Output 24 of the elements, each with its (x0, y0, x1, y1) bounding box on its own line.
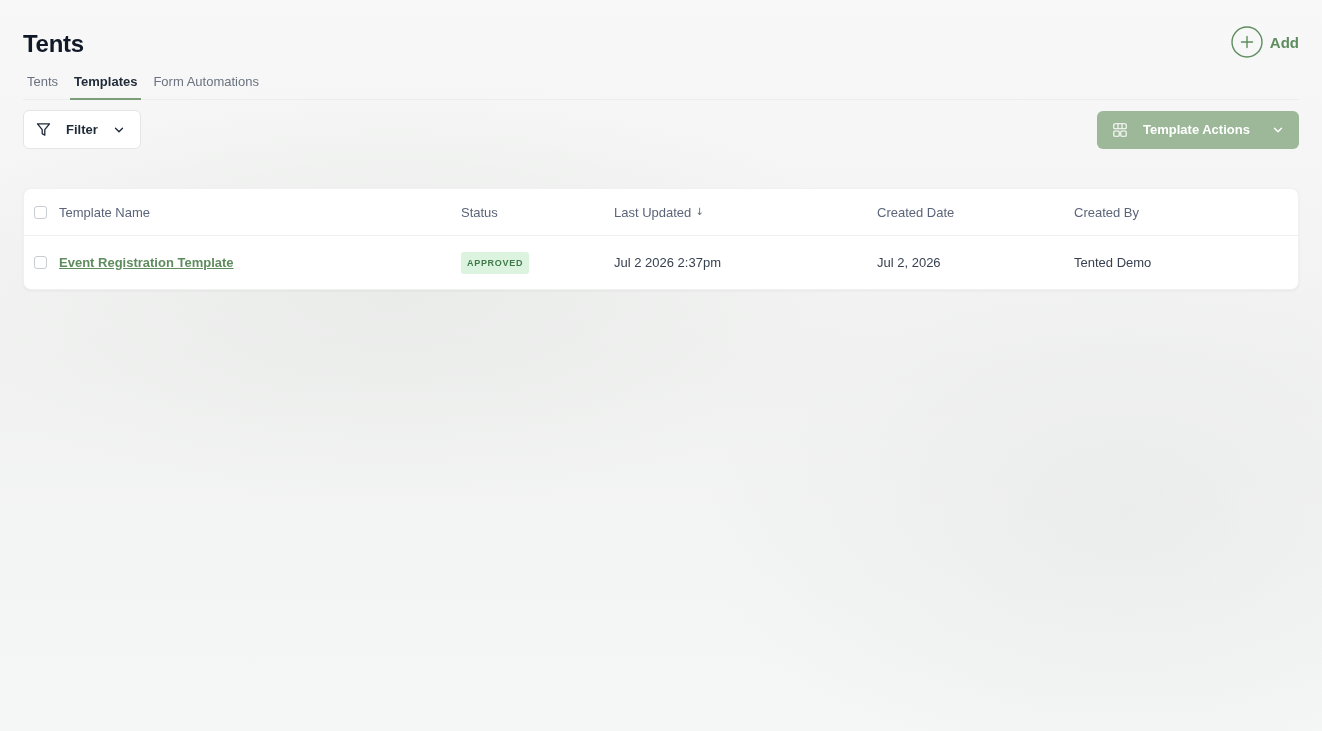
checkbox[interactable] (34, 256, 47, 269)
table-cell-text: Jul 2, 2026 (877, 255, 942, 270)
tab[interactable]: Templates (70, 70, 142, 100)
column-header[interactable]: Template Name (59, 204, 151, 220)
table-cell-text: Jul 2 2026 2:37pm (614, 255, 722, 270)
filter-button[interactable]: Filter (23, 110, 141, 149)
layout-grid-icon (1113, 122, 1127, 137)
tab[interactable]: Tents (23, 70, 63, 100)
chevron-down-icon (113, 124, 124, 135)
table-cell-text: Tented Demo (1074, 255, 1153, 270)
add-button[interactable]: Add (1230, 26, 1299, 58)
funnel-icon (36, 122, 51, 137)
column-header[interactable]: Status (461, 204, 498, 220)
chevron-down-icon (1273, 124, 1283, 135)
page-title: Tents (23, 30, 84, 58)
column-header[interactable]: Created By (1074, 204, 1140, 220)
column-header[interactable]: Last Updated (614, 204, 692, 220)
checkbox[interactable] (34, 205, 47, 219)
column-header[interactable]: Created Date (877, 204, 955, 220)
sort-arrow-icon: ↓ (695, 207, 704, 217)
plus-circle-icon (1230, 26, 1263, 58)
tab[interactable]: Form Automations (149, 70, 263, 100)
status-badge: APPROVED (461, 251, 530, 274)
template-name-link[interactable]: Event Registration Template (59, 255, 234, 270)
